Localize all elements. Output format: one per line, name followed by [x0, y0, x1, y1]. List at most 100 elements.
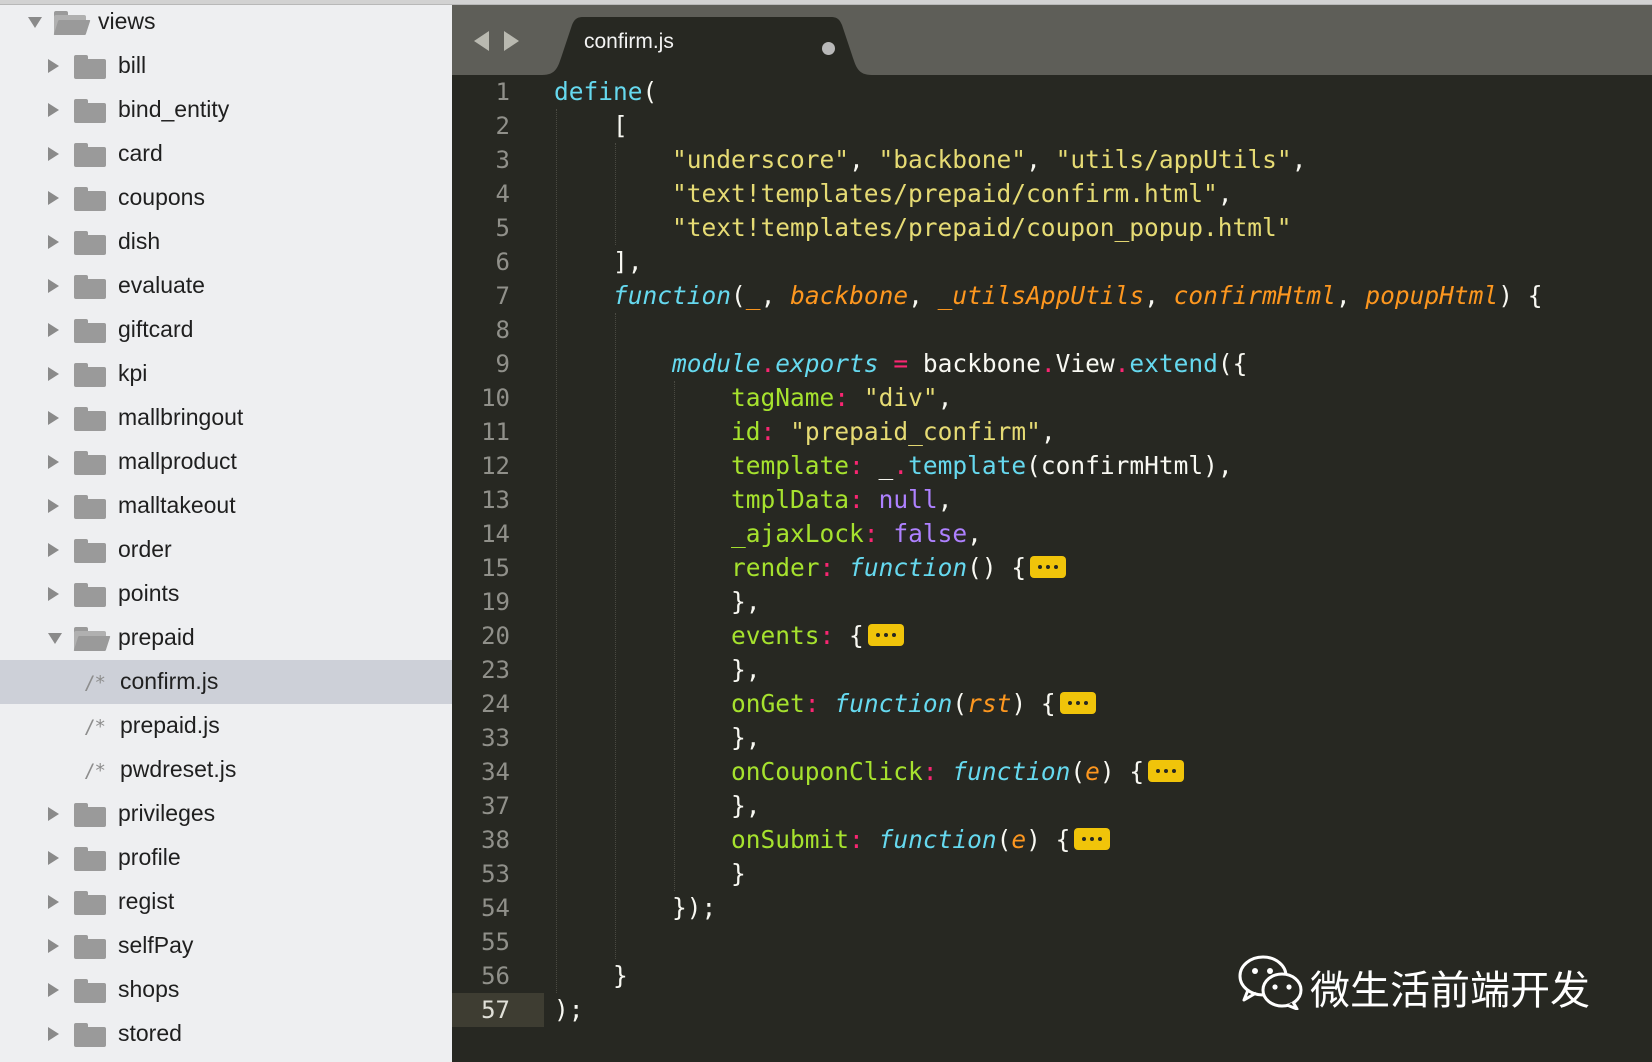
line-number: 23	[481, 656, 510, 684]
code-line[interactable]: tmplData: null,	[554, 483, 952, 517]
folder-item[interactable]: selfPay	[0, 924, 452, 968]
disclosure-expanded-icon[interactable]	[48, 633, 62, 644]
folder-item[interactable]: stored	[0, 1012, 452, 1056]
code-editor[interactable]: define( [ "underscore", "backbone", "uti…	[544, 75, 1652, 1062]
code-line[interactable]: "text!templates/prepaid/confirm.html",	[554, 177, 1233, 211]
code-line[interactable]: },	[554, 653, 761, 687]
code-line[interactable]: _ajaxLock: false,	[554, 517, 982, 551]
disclosure-collapsed-icon[interactable]	[48, 103, 59, 117]
disclosure-collapsed-icon[interactable]	[48, 1027, 59, 1041]
folder-item[interactable]: privileges	[0, 792, 452, 836]
nav-forward-icon[interactable]	[504, 31, 519, 51]
file-tree-sidebar: views bill bind_entity card coupons dish evalu…	[0, 5, 452, 1062]
file-item[interactable]: /* confirm.js	[0, 660, 452, 704]
fold-marker-icon[interactable]	[867, 624, 904, 646]
folder-item[interactable]: regist	[0, 880, 452, 924]
code-line[interactable]: template: _.template(confirmHtml),	[554, 449, 1233, 483]
folder-item[interactable]: bill	[0, 44, 452, 88]
folder-item[interactable]: order	[0, 528, 452, 572]
disclosure-collapsed-icon[interactable]	[48, 983, 59, 997]
folder-item[interactable]: mallbringout	[0, 396, 452, 440]
fold-marker-icon[interactable]	[1148, 760, 1185, 782]
disclosure-collapsed-icon[interactable]	[48, 851, 59, 865]
disclosure-collapsed-icon[interactable]	[48, 543, 59, 557]
code-line[interactable]: ],	[554, 245, 643, 279]
code-token: }	[554, 961, 628, 990]
operator-token: :	[804, 689, 820, 718]
unsaved-dot-icon[interactable]	[822, 42, 835, 55]
folder-item[interactable]: points	[0, 572, 452, 616]
code-token: ,	[967, 519, 982, 548]
code-line[interactable]: function(_, backbone, _utilsAppUtils, co…	[554, 279, 1542, 313]
code-token: ,	[849, 145, 879, 174]
fold-marker-icon[interactable]	[1074, 828, 1111, 850]
tree-item-label: views	[98, 8, 156, 34]
code-line[interactable]: });	[554, 891, 716, 925]
folder-item[interactable]: card	[0, 132, 452, 176]
code-token: ],	[554, 247, 643, 276]
property-token: onGet	[731, 689, 805, 718]
folder-icon	[74, 99, 106, 123]
disclosure-collapsed-icon[interactable]	[48, 411, 59, 425]
file-item[interactable]: /* prepaid.js	[0, 704, 452, 748]
code-line[interactable]: },	[554, 585, 761, 619]
folder-item[interactable]: prepaid	[0, 616, 452, 660]
code-line[interactable]: onGet: function(rst) {	[554, 687, 1096, 721]
code-line[interactable]: onSubmit: function(e) {	[554, 823, 1111, 857]
folder-item[interactable]: mallproduct	[0, 440, 452, 484]
code-line[interactable]: );	[554, 993, 584, 1027]
folder-icon	[74, 187, 106, 211]
fold-marker-icon[interactable]	[1030, 556, 1067, 578]
code-line[interactable]: "text!templates/prepaid/coupon_popup.htm…	[554, 211, 1292, 245]
code-line[interactable]: }	[554, 959, 628, 993]
code-line[interactable]: id: "prepaid_confirm",	[554, 415, 1056, 449]
code-line[interactable]: module.exports = backbone.View.extend({	[554, 347, 1247, 381]
disclosure-collapsed-icon[interactable]	[48, 587, 59, 601]
string-token: "text!templates/prepaid/confirm.html"	[672, 179, 1218, 208]
string-token: "text!templates/prepaid/coupon_popup.htm…	[672, 213, 1292, 242]
code-line[interactable]: tagName: "div",	[554, 381, 952, 415]
disclosure-collapsed-icon[interactable]	[48, 499, 59, 513]
folder-item[interactable]: coupons	[0, 176, 452, 220]
folder-item[interactable]: malltakeout	[0, 484, 452, 528]
folder-item[interactable]: giftcard	[0, 308, 452, 352]
disclosure-collapsed-icon[interactable]	[48, 807, 59, 821]
folder-item[interactable]: bind_entity	[0, 88, 452, 132]
folder-item[interactable]: dish	[0, 220, 452, 264]
folder-item[interactable]: shops	[0, 968, 452, 1012]
disclosure-collapsed-icon[interactable]	[48, 191, 59, 205]
method-token: template	[908, 451, 1027, 480]
disclosure-collapsed-icon[interactable]	[48, 455, 59, 469]
file-item[interactable]: /* pwdreset.js	[0, 748, 452, 792]
folder-item[interactable]: views	[0, 5, 452, 44]
fold-marker-icon[interactable]	[1059, 692, 1096, 714]
code-line[interactable]: onCouponClick: function(e) {	[554, 755, 1185, 789]
code-line[interactable]: define(	[554, 75, 657, 109]
identifier-token: module	[672, 349, 761, 378]
disclosure-collapsed-icon[interactable]	[48, 939, 59, 953]
disclosure-collapsed-icon[interactable]	[48, 323, 59, 337]
nav-back-icon[interactable]	[474, 31, 489, 51]
folder-item[interactable]: kpi	[0, 352, 452, 396]
tab-title[interactable]: confirm.js	[584, 30, 674, 54]
code-line[interactable]: events: {	[554, 619, 904, 653]
code-line[interactable]: render: function() {	[554, 551, 1067, 585]
folder-icon	[74, 275, 106, 299]
disclosure-collapsed-icon[interactable]	[48, 147, 59, 161]
folder-item[interactable]: evaluate	[0, 264, 452, 308]
disclosure-collapsed-icon[interactable]	[48, 235, 59, 249]
code-line[interactable]: [	[554, 109, 628, 143]
disclosure-collapsed-icon[interactable]	[48, 367, 59, 381]
disclosure-collapsed-icon[interactable]	[48, 59, 59, 73]
disclosure-collapsed-icon[interactable]	[48, 279, 59, 293]
code-line[interactable]: },	[554, 721, 761, 755]
code-line[interactable]: },	[554, 789, 761, 823]
indent-guide	[615, 143, 617, 245]
disclosure-expanded-icon[interactable]	[28, 17, 42, 28]
code-line[interactable]: }	[554, 857, 746, 891]
code-line[interactable]: "underscore", "backbone", "utils/appUtil…	[554, 143, 1306, 177]
folder-item[interactable]: profile	[0, 836, 452, 880]
disclosure-collapsed-icon[interactable]	[48, 895, 59, 909]
